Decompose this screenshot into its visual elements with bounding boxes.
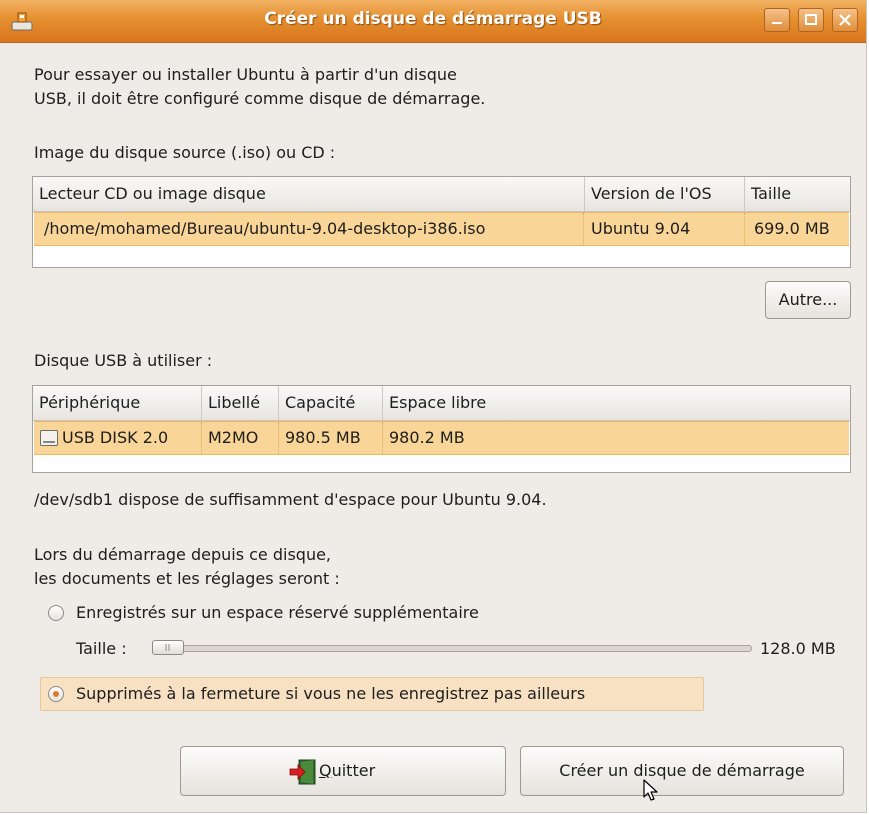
image-size-cell: 699.0 MB (754, 219, 830, 238)
iso-path-cell: /home/mohamed/Bureau/ubuntu-9.04-desktop… (38, 213, 584, 245)
usb-list-header: Périphérique Libellé Capacité Espace lib… (33, 386, 850, 421)
title-bar[interactable]: Créer un disque de démarrage USB (0, 0, 866, 43)
usb-capacity-cell: 980.5 MB (279, 422, 383, 454)
drive-icon (40, 430, 58, 446)
close-button[interactable] (832, 8, 858, 32)
radio-selected-dot (53, 691, 59, 697)
persistent-storage-option-label[interactable]: Enregistrés sur un espace réservé supplé… (76, 601, 479, 624)
intro-line-1: Pour essayer ou installer Ubuntu à parti… (34, 65, 457, 84)
quit-label-rest: uitter (331, 761, 376, 780)
usb-creator-window: Créer un disque de démarrage USB Pour es… (0, 0, 867, 813)
source-list-header: Lecteur CD ou image disque Version de l'… (33, 177, 850, 212)
create-boot-disk-button[interactable]: Créer un disque de démarrage (520, 746, 844, 796)
maximize-icon (805, 14, 817, 25)
window-title: Créer un disque de démarrage USB (264, 9, 602, 29)
discard-changes-radio[interactable] (48, 686, 64, 702)
usb-disk-label: Disque USB à utiliser : (34, 351, 213, 370)
source-image-list[interactable]: Lecteur CD ou image disque Version de l'… (32, 176, 851, 268)
minimize-button[interactable] (764, 8, 790, 32)
column-header-os-version[interactable]: Version de l'OS (585, 177, 745, 211)
source-label: Image du disque source (.iso) ou CD : (34, 143, 336, 162)
persistent-storage-radio[interactable] (48, 605, 64, 621)
column-header-device[interactable]: Périphérique (33, 386, 202, 420)
slider-thumb[interactable] (152, 640, 184, 655)
column-header-drive-or-image[interactable]: Lecteur CD ou image disque (33, 177, 585, 211)
column-header-capacity[interactable]: Capacité (279, 386, 383, 420)
table-row[interactable]: /home/mohamed/Bureau/ubuntu-9.04-desktop… (34, 212, 849, 246)
other-source-button[interactable]: Autre... (765, 281, 851, 319)
os-version-cell: Ubuntu 9.04 (585, 213, 745, 245)
exit-icon (289, 759, 317, 785)
maximize-button[interactable] (798, 8, 824, 32)
slider-trough (152, 645, 752, 652)
persistence-intro-1: Lors du démarrage depuis ce disque, (34, 545, 332, 564)
discard-changes-option-label[interactable]: Supprimés à la fermeture si vous ne les … (76, 682, 585, 705)
persistence-intro-2: les documents et les réglages seront : (34, 569, 340, 588)
quit-mnemonic: Q (319, 761, 332, 780)
persistence-size-slider[interactable] (152, 640, 752, 656)
column-header-label[interactable]: Libellé (202, 386, 279, 420)
size-label: Taille : (76, 639, 127, 658)
mouse-cursor-icon (643, 779, 663, 803)
status-message: /dev/sdb1 dispose de suffisamment d'espa… (34, 490, 547, 509)
quit-button[interactable]: Quitter (180, 746, 506, 796)
usb-free-space-cell: 980.2 MB (389, 428, 465, 447)
column-header-free-space[interactable]: Espace libre (383, 386, 850, 420)
quit-button-label: Quitter (319, 759, 375, 782)
minimize-icon (772, 22, 782, 24)
table-row[interactable]: USB DISK 2.0 M2MO 980.5 MB 980.2 MB (34, 421, 849, 455)
usb-disk-list[interactable]: Périphérique Libellé Capacité Espace lib… (32, 385, 851, 473)
intro-line-2: USB, il doit être configuré comme disque… (34, 89, 486, 108)
size-value: 128.0 MB (760, 639, 836, 658)
close-icon (839, 14, 851, 26)
column-header-size[interactable]: Taille (745, 177, 850, 211)
usb-device-cell: USB DISK 2.0 (60, 422, 202, 454)
usb-label-cell: M2MO (202, 422, 279, 454)
